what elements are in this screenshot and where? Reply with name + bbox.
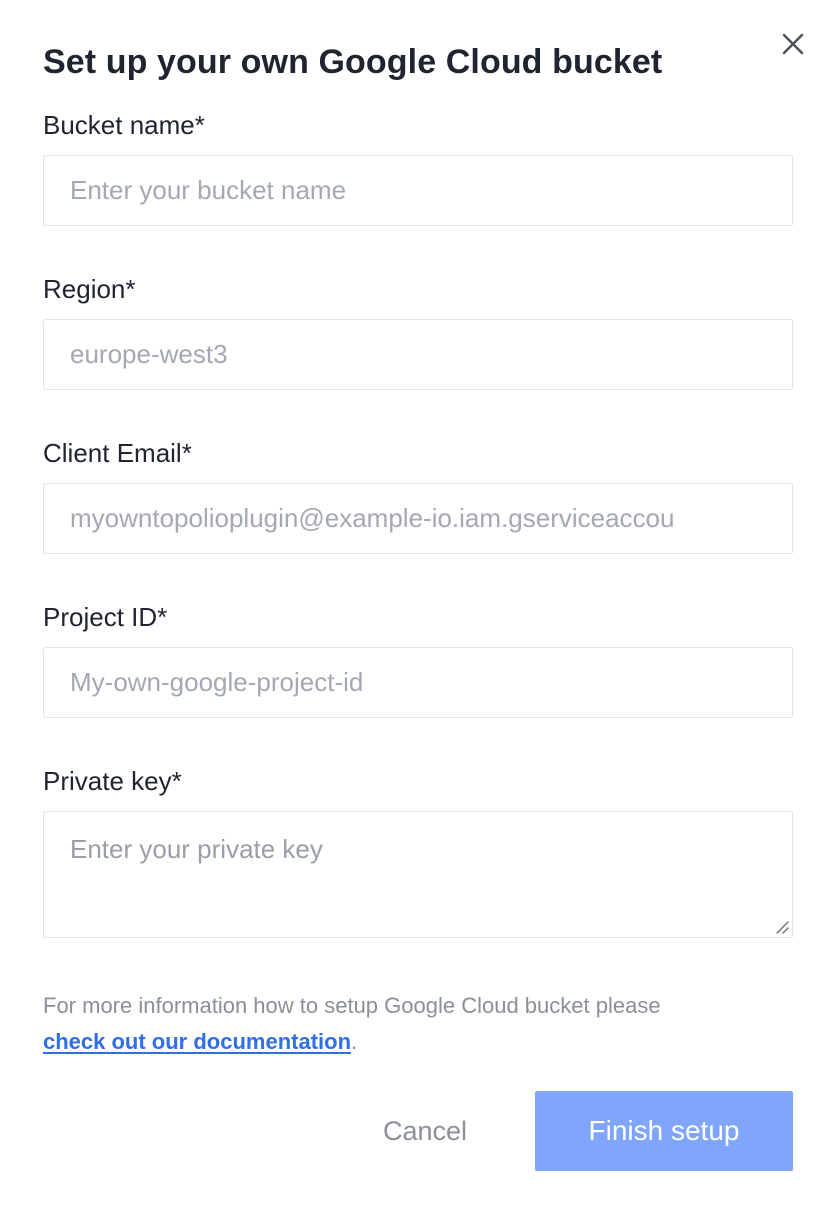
dialog-title: Set up your own Google Cloud bucket bbox=[43, 43, 663, 81]
region-input[interactable] bbox=[43, 319, 793, 390]
project-id-input[interactable] bbox=[43, 647, 793, 718]
bucket-name-input[interactable] bbox=[43, 155, 793, 226]
finish-setup-button[interactable]: Finish setup bbox=[535, 1091, 793, 1171]
setup-bucket-dialog: Set up your own Google Cloud bucket Buck… bbox=[0, 0, 836, 1214]
help-text: For more information how to setup Google… bbox=[43, 988, 803, 1060]
private-key-textarea[interactable] bbox=[43, 811, 793, 938]
region-label: Region* bbox=[43, 274, 136, 304]
help-message: For more information how to setup Google… bbox=[43, 993, 661, 1018]
cancel-button[interactable]: Cancel bbox=[355, 1091, 495, 1171]
documentation-link[interactable]: check out our documentation bbox=[43, 1029, 351, 1054]
project-id-label: Project ID* bbox=[43, 602, 168, 632]
client-email-label: Client Email* bbox=[43, 438, 192, 468]
private-key-label: Private key* bbox=[43, 766, 182, 796]
help-suffix: . bbox=[351, 1029, 358, 1054]
client-email-input[interactable] bbox=[43, 483, 793, 554]
resize-handle-icon[interactable] bbox=[774, 919, 790, 935]
close-icon bbox=[782, 33, 804, 55]
bucket-name-label: Bucket name* bbox=[43, 110, 205, 140]
close-button[interactable] bbox=[776, 27, 810, 61]
